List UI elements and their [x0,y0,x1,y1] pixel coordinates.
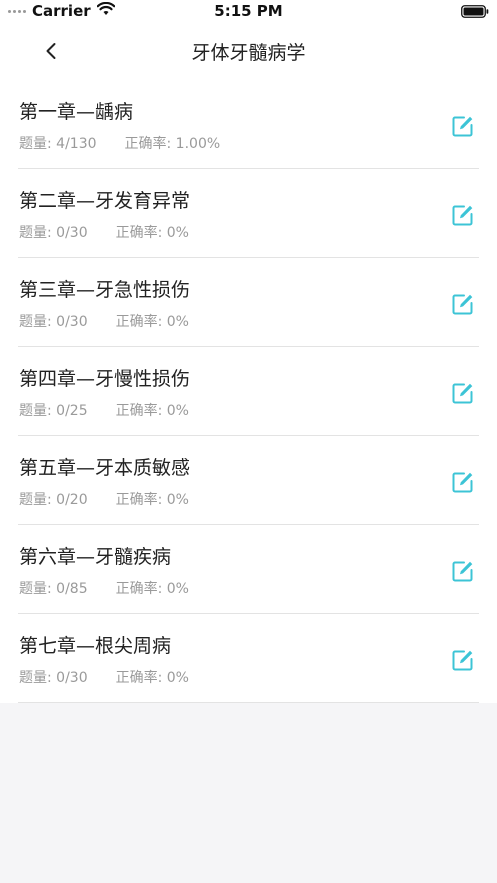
chapter-item-7[interactable]: 第七章—根尖周病 题量: 0/30 正确率: 0% [18,614,479,703]
question-count: 题量: 0/20 [19,492,88,508]
question-count: 题量: 0/25 [19,403,88,419]
chapter-item-6[interactable]: 第六章—牙髓疾病 题量: 0/85 正确率: 0% [18,525,479,614]
chapter-title: 第五章—牙本质敏感 [19,457,191,479]
edit-button[interactable] [451,203,475,227]
accuracy-rate: 正确率: 0% [115,670,189,686]
edit-button[interactable] [451,559,475,583]
chapter-title: 第四章—牙慢性损伤 [19,368,191,390]
question-count: 题量: 0/30 [19,314,88,330]
chapter-title: 第二章—牙发育异常 [19,190,191,212]
edit-button[interactable] [451,292,475,316]
edit-icon [452,383,473,404]
chapter-list: 第一章—龋病 题量: 4/130 正确率: 1.00% 第二章—牙发育异常 题量:… [0,80,497,703]
accuracy-rate: 正确率: 0% [115,225,189,241]
edit-icon [452,116,473,137]
edit-button[interactable] [451,648,475,672]
edit-icon [452,650,473,671]
chapter-stats: 题量: 0/20 正确率: 0% [19,489,189,509]
chapter-item-1[interactable]: 第一章—龋病 题量: 4/130 正确率: 1.00% [18,80,479,169]
chapter-item-5[interactable]: 第五章—牙本质敏感 题量: 0/20 正确率: 0% [18,436,479,525]
edit-button[interactable] [451,381,475,405]
chapter-title: 第七章—根尖周病 [19,635,172,657]
edit-icon [452,205,473,226]
question-count: 题量: 0/30 [19,225,88,241]
battery-icon [461,4,489,22]
page-title: 牙体牙髓病学 [191,42,306,64]
chapter-title: 第一章—龋病 [19,101,134,123]
chapter-item-4[interactable]: 第四章—牙慢性损伤 题量: 0/25 正确率: 0% [18,347,479,436]
accuracy-rate: 正确率: 0% [115,492,189,508]
status-bar: Carrier 5:15 PM [0,0,497,24]
accuracy-rate: 正确率: 0% [115,403,189,419]
edit-icon [452,472,473,493]
header-area: Carrier 5:15 PM 牙体牙髓病学 [0,0,497,80]
chapter-item-3[interactable]: 第三章—牙急性损伤 题量: 0/30 正确率: 0% [18,258,479,347]
edit-icon [452,294,473,315]
chapter-title: 第六章—牙髓疾病 [19,546,172,568]
chapter-item-2[interactable]: 第二章—牙发育异常 题量: 0/30 正确率: 0% [18,169,479,258]
chapter-stats: 题量: 0/30 正确率: 0% [19,667,189,687]
accuracy-rate: 正确率: 0% [115,314,189,330]
app-screen: Carrier 5:15 PM 牙体牙髓病学 第一章—龋病 题量: 4/130 … [0,0,497,883]
question-count: 题量: 0/30 [19,670,88,686]
status-time: 5:15 PM [214,2,283,20]
chapter-stats: 题量: 4/130 正确率: 1.00% [19,133,220,153]
edit-button[interactable] [451,470,475,494]
edit-button[interactable] [451,114,475,138]
chapter-stats: 题量: 0/30 正确率: 0% [19,222,189,242]
chapter-stats: 题量: 0/30 正确率: 0% [19,311,189,331]
accuracy-rate: 正确率: 1.00% [124,136,221,152]
question-count: 题量: 4/130 [19,136,97,152]
chapter-stats: 题量: 0/25 正确率: 0% [19,400,189,420]
question-count: 题量: 0/85 [19,581,88,597]
chapter-title: 第三章—牙急性损伤 [19,279,191,301]
navigation-bar: 牙体牙髓病学 [0,24,497,80]
chapter-stats: 题量: 0/85 正确率: 0% [19,578,189,598]
edit-icon [452,561,473,582]
accuracy-rate: 正确率: 0% [115,581,189,597]
